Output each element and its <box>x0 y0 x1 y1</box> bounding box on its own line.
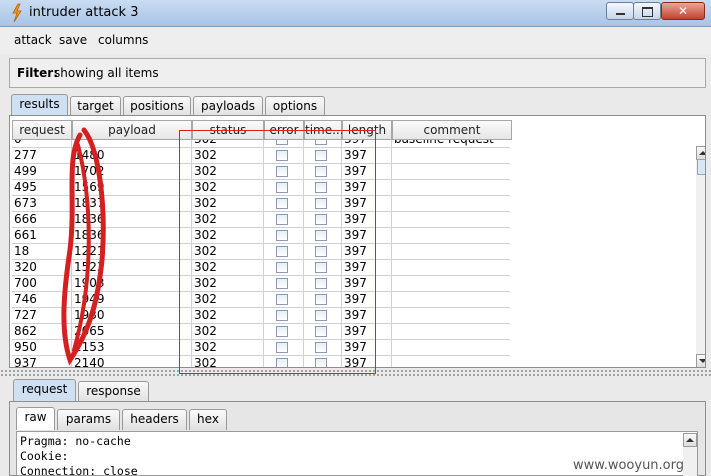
tab-hex[interactable]: hex <box>189 409 227 430</box>
editor-scroll-up-button[interactable] <box>683 433 697 447</box>
red-highlight-box <box>179 130 376 374</box>
tab-response[interactable]: response <box>78 381 149 402</box>
split-pane-divider[interactable] <box>0 369 711 377</box>
tab-raw[interactable]: raw <box>16 407 55 430</box>
arrow-up-icon <box>686 438 694 442</box>
tab-params[interactable]: params <box>57 409 120 430</box>
editor-scrollbar[interactable] <box>683 433 697 476</box>
request-line: Pragma: no-cache <box>20 434 131 448</box>
tab-headers[interactable]: headers <box>122 409 187 430</box>
request-line: Cookie: <box>20 449 69 463</box>
watermark: www.wooyun.org <box>573 458 685 473</box>
red-scribble-stroke <box>72 143 91 352</box>
request-line: Connection: close <box>20 464 138 476</box>
tab-request[interactable]: request <box>13 379 76 402</box>
